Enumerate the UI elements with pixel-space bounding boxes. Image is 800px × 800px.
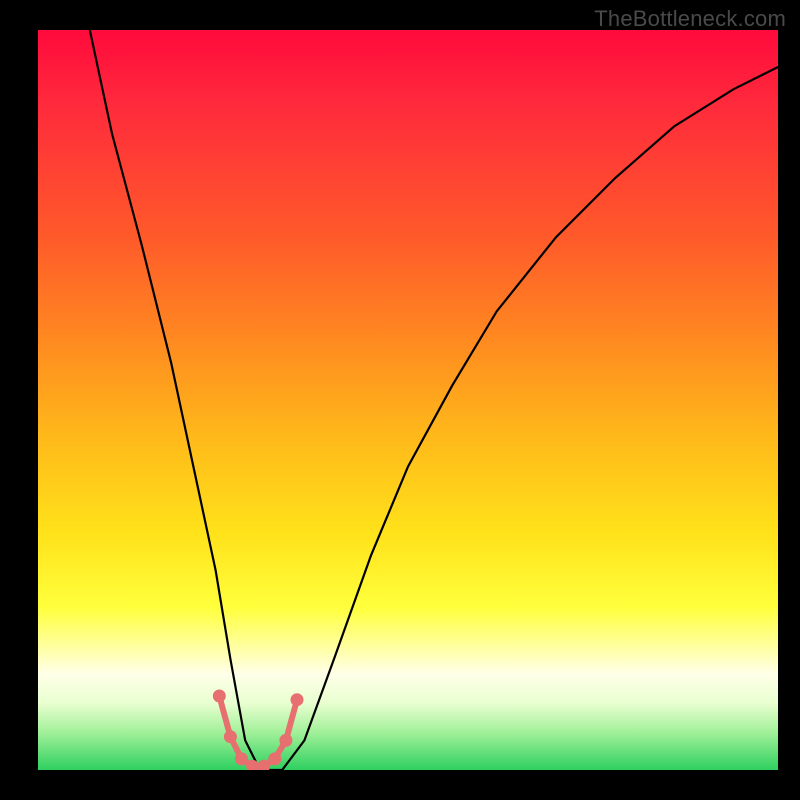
chart-frame: TheBottleneck.com	[0, 0, 800, 800]
marker-dot	[258, 760, 270, 770]
chart-svg	[38, 30, 778, 770]
plot-area	[38, 30, 778, 770]
marker-dot	[224, 731, 236, 743]
marker-dot	[213, 690, 225, 702]
marker-dot	[291, 694, 303, 706]
bottleneck-curve	[90, 30, 778, 770]
marker-dot	[269, 753, 281, 765]
marker-dot	[236, 753, 248, 765]
marker-dot	[280, 734, 292, 746]
watermark-text: TheBottleneck.com	[594, 6, 786, 32]
marker-dot	[247, 760, 259, 770]
